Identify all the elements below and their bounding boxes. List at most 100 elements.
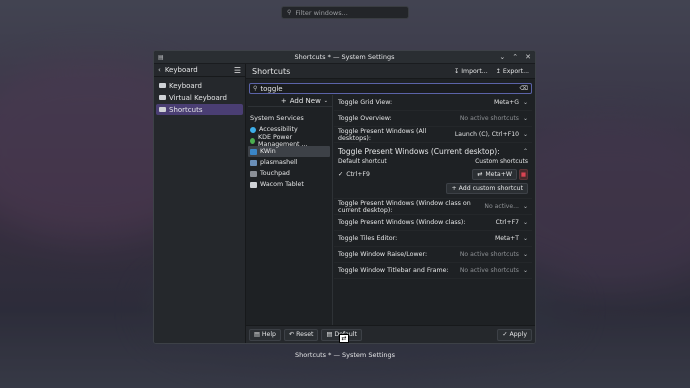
shortcut-row-window-raise-lower[interactable]: Toggle Window Raise/Lower: No active sho… [334, 247, 532, 263]
shortcut-name: Toggle Window Titlebar and Frame: [338, 267, 449, 274]
checkmark-icon: ✓ [338, 171, 344, 178]
shortcut-row-toggle-grid-view[interactable]: Toggle Grid View: Meta+G ⌄ [334, 95, 532, 111]
reset-icon: ↶ [288, 331, 295, 338]
sidebar-item-virtual-keyboard[interactable]: Virtual Keyboard [156, 92, 243, 103]
shortcut-value: No active shortcuts [459, 115, 519, 122]
category-item-plasmashell[interactable]: plasmashell [248, 157, 330, 168]
shortcut-row-titlebar-frame[interactable]: Toggle Window Titlebar and Frame: No act… [334, 263, 532, 279]
import-label: Import... [461, 67, 488, 75]
shortcut-value: Ctrl+F7 [495, 219, 519, 226]
shortcut-value: No active shortcuts [459, 267, 519, 274]
chevron-down-icon[interactable]: ⌄ [523, 99, 528, 106]
shortcut-name: Toggle Present Windows (Window class on … [338, 199, 471, 214]
checkmark-icon: ✓ [502, 331, 508, 338]
back-arrow-icon[interactable]: ‹ [158, 66, 161, 74]
page-title: Shortcuts [252, 66, 291, 76]
apply-label: Apply [509, 331, 527, 338]
hamburger-menu-icon[interactable]: ☰ [234, 66, 241, 75]
category-label: KWin [260, 148, 276, 155]
shortcut-row-toggle-overview[interactable]: Toggle Overview: No active shortcuts ⌄ [334, 111, 532, 127]
default-shortcut-checkbox[interactable]: ✓ Ctrl+F9 [338, 171, 472, 178]
category-label: Wacom Tablet [260, 181, 304, 188]
chevron-down-icon[interactable]: ⌄ [523, 115, 528, 122]
category-item-kwin[interactable]: KWin [248, 146, 330, 157]
chevron-down-icon[interactable]: ⌄ [523, 267, 528, 274]
sidebar-item-label: Keyboard [169, 81, 202, 90]
keyboard-shortcut-icon: ⇄ [477, 171, 483, 178]
chevron-down-icon[interactable]: ⌄ [523, 203, 528, 210]
shortcut-name: Toggle Present Windows (All desktops): [338, 127, 427, 142]
category-item-power-management[interactable]: KDE Power Management ... [248, 133, 330, 148]
sidebar: ‹ Keyboard ☰ Keyboard Virtual Keyboard S… [154, 64, 246, 343]
shortcut-row-present-windows-class-current[interactable]: Toggle Present Windows (Window class on … [334, 199, 532, 215]
shortcut-row-tiles-editor[interactable]: Toggle Tiles Editor: Meta+T ⌄ [334, 231, 532, 247]
wacom-tablet-icon [250, 181, 257, 188]
add-new-button[interactable]: + Add New ⌄ [248, 95, 332, 107]
chevron-down-icon[interactable]: ⌄ [523, 235, 528, 242]
close-icon[interactable]: ✕ [525, 53, 531, 61]
clear-search-icon[interactable]: ⌫ [520, 85, 528, 92]
trash-icon: ■ [520, 171, 527, 178]
sidebar-item-keyboard[interactable]: Keyboard [156, 80, 243, 91]
add-new-label: Add New [289, 96, 321, 105]
chevron-down-icon[interactable]: ⌄ [523, 219, 528, 226]
shortcut-name: Toggle Overview: [338, 115, 392, 122]
window-menu-icon[interactable]: ▤ [158, 54, 164, 61]
shortcut-name: Toggle Window Raise/Lower: [338, 251, 428, 258]
plus-icon: + [451, 185, 457, 192]
search-icon: ⚲ [287, 9, 292, 16]
add-custom-shortcut-button[interactable]: + Add custom shortcut [446, 183, 528, 194]
help-button[interactable]: ▤ Help [249, 328, 281, 341]
category-label: Touchpad [260, 170, 290, 177]
category-label: KDE Power Management ... [258, 133, 308, 148]
kwin-icon [250, 148, 257, 155]
chevron-down-icon[interactable]: ⌄ [523, 251, 528, 258]
category-label: Accessibility [259, 126, 298, 133]
custom-shortcut-button[interactable]: ⇄ Meta+W [472, 169, 517, 180]
shortcut-value: No active... [484, 203, 519, 210]
shortcut-name: Toggle Tiles Editor: [338, 235, 398, 242]
category-list: + Add New ⌄ System Services Accessibilit… [248, 95, 333, 325]
sidebar-back-label[interactable]: Keyboard [165, 66, 230, 74]
reset-button[interactable]: ↶ Reset [283, 328, 319, 341]
shortcut-value: Meta+G [494, 99, 519, 106]
import-button[interactable]: ↧ Import... [454, 68, 488, 75]
export-button[interactable]: ↥ Export... [496, 68, 529, 75]
sidebar-header: ‹ Keyboard ☰ [154, 64, 245, 77]
import-icon: ↧ [454, 67, 460, 75]
category-item-touchpad[interactable]: Touchpad [248, 168, 330, 179]
minimize-icon[interactable]: ⌄ [499, 53, 505, 61]
chevron-down-icon: ⌄ [323, 97, 328, 104]
delete-shortcut-button[interactable]: ■ [519, 169, 528, 180]
shortcut-name: Toggle Grid View: [338, 99, 393, 106]
category-section-header: System Services [250, 114, 304, 122]
shortcut-row-present-windows-class[interactable]: Toggle Present Windows (Window class): C… [334, 215, 532, 231]
filter-windows-input[interactable]: ⚲ Filter windows... [281, 6, 409, 19]
category-item-wacom-tablet[interactable]: Wacom Tablet [248, 179, 330, 190]
chevron-up-icon[interactable]: ⌃ [523, 148, 528, 155]
chevron-down-icon[interactable]: ⌄ [523, 131, 528, 138]
shortcut-name: Toggle Present Windows (Window class): [338, 219, 466, 226]
window-titlebar[interactable]: ▤ Shortcuts * — System Settings ⌄ ⌃ ✕ [154, 51, 535, 64]
sidebar-item-shortcuts[interactable]: Shortcuts [156, 104, 243, 115]
window-title: Shortcuts * — System Settings [294, 53, 395, 61]
help-label: Help [261, 331, 276, 338]
expanded-shortcut-title: Toggle Present Windows (Current desktop)… [338, 146, 500, 156]
shortcut-value: Launch (C), Ctrl+F10 [454, 131, 519, 138]
custom-shortcuts-label: Custom shortcuts [475, 158, 528, 165]
shortcut-search-input[interactable]: ⚲ toggle ⌫ [249, 83, 532, 94]
search-value: toggle [260, 84, 283, 93]
custom-shortcut-value: Meta+W [485, 171, 512, 178]
defaults-icon: ▤ [326, 331, 333, 338]
shortcut-value: No active shortcuts [459, 251, 519, 258]
default-shortcut-value: Ctrl+F9 [346, 171, 370, 178]
maximize-icon[interactable]: ⌃ [512, 53, 518, 61]
resize-cursor-icon: ⇄ [339, 334, 349, 343]
accessibility-icon [250, 126, 256, 133]
add-custom-shortcut-label: Add custom shortcut [458, 185, 523, 192]
export-icon: ↥ [495, 67, 501, 75]
main-panel: Shortcuts ↧ Import... ↥ Export... ⚲ togg… [246, 64, 535, 343]
apply-button[interactable]: ✓ Apply [497, 328, 532, 341]
default-shortcut-label: Default shortcut [338, 158, 387, 165]
shortcut-row-present-windows-all[interactable]: Toggle Present Windows (All desktops): L… [334, 127, 532, 143]
